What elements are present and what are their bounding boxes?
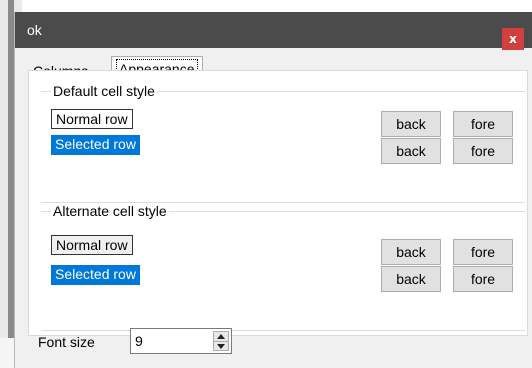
- close-icon: x: [509, 32, 517, 46]
- font-size-value[interactable]: 9: [135, 333, 143, 349]
- spin-buttons: [213, 331, 229, 351]
- appearance-panel: Default cell style Normal row Selected r…: [28, 70, 528, 336]
- default-normal-row-sample: Normal row: [51, 109, 133, 129]
- alternate-cell-style-title: Alternate cell style: [51, 203, 169, 219]
- default-cell-style-title: Default cell style: [51, 83, 157, 99]
- font-size-label: Font size: [38, 334, 95, 350]
- default-cell-style-group: Default cell style Normal row Selected r…: [41, 83, 525, 203]
- default-selected-back-button[interactable]: back: [381, 138, 441, 164]
- close-button[interactable]: x: [502, 28, 524, 50]
- alternate-selected-fore-button[interactable]: fore: [453, 266, 513, 292]
- spin-up-button[interactable]: [214, 332, 228, 342]
- alternate-normal-row-sample: Normal row: [51, 235, 133, 255]
- alternate-selected-row-sample: Selected row: [51, 265, 140, 285]
- default-selected-fore-button[interactable]: fore: [453, 138, 513, 164]
- spin-down-button[interactable]: [214, 342, 228, 351]
- dialog-title: ok: [27, 22, 42, 38]
- alternate-cell-style-group: Alternate cell style Normal row Selected…: [41, 203, 525, 331]
- title-bar: ok: [15, 12, 532, 48]
- alternate-normal-fore-button[interactable]: fore: [453, 239, 513, 265]
- default-normal-back-button[interactable]: back: [381, 111, 441, 137]
- spin-up-icon: [217, 334, 225, 339]
- spin-down-icon: [217, 344, 225, 349]
- alternate-normal-back-button[interactable]: back: [381, 239, 441, 265]
- font-size-spinner[interactable]: 9: [130, 328, 232, 354]
- default-normal-fore-button[interactable]: fore: [453, 111, 513, 137]
- default-selected-row-sample: Selected row: [51, 135, 140, 155]
- alternate-selected-back-button[interactable]: back: [381, 266, 441, 292]
